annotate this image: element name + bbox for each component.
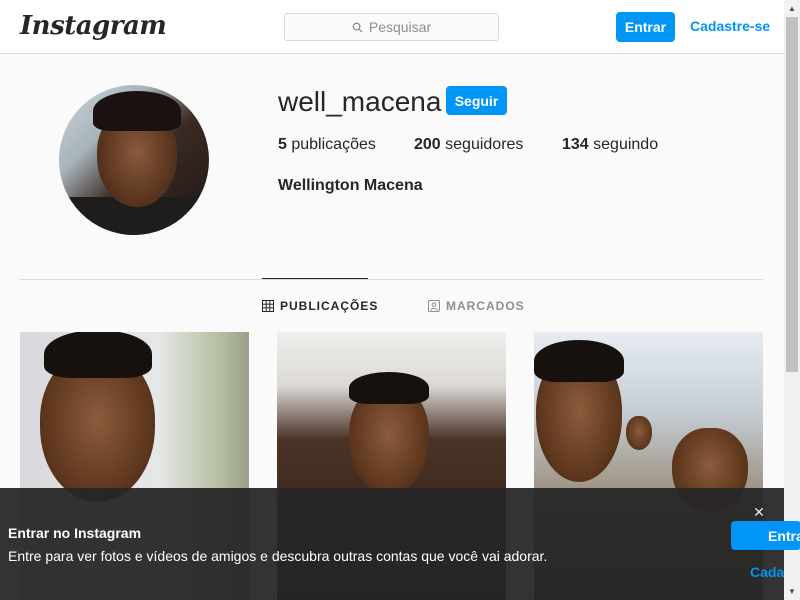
profile-avatar[interactable]: [59, 85, 209, 235]
tab-publicacoes-label: PUBLICAÇÕES: [280, 299, 379, 313]
posts-count: 5: [278, 136, 287, 153]
instagram-logo[interactable]: Instagram: [20, 11, 167, 41]
tab-marcados-label: MARCADOS: [446, 299, 525, 313]
tab-publicacoes[interactable]: PUBLICAÇÕES: [262, 299, 378, 313]
login-banner-text: Entre para ver fotos e vídeos de amigos …: [8, 548, 548, 564]
scroll-down-arrow-icon[interactable]: ▼: [784, 583, 800, 600]
banner-signup-link[interactable]: Cadastre-se: [750, 564, 784, 580]
followers-label: seguidores: [445, 136, 524, 153]
active-tab-indicator: [262, 278, 368, 279]
tabs-divider: [20, 279, 763, 280]
following-stat[interactable]: 134 seguindo: [562, 136, 658, 154]
follow-button[interactable]: Seguir: [446, 86, 507, 115]
scroll-up-arrow-icon[interactable]: ▲: [784, 0, 800, 17]
tab-marcados[interactable]: MARCADOS: [428, 299, 525, 313]
posts-count-stat: 5 publicações: [278, 136, 376, 154]
posts-label: publicações: [291, 136, 376, 153]
login-banner-title: Entrar no Instagram: [8, 525, 142, 541]
login-button[interactable]: Entrar: [616, 12, 675, 42]
banner-login-button[interactable]: Entrar: [731, 521, 800, 550]
search-input[interactable]: Pesquisar: [284, 13, 499, 41]
top-navigation-bar: Instagram Pesquisar Entrar Cadastre-se: [0, 0, 784, 54]
search-placeholder: Pesquisar: [368, 19, 432, 35]
followers-count: 200: [414, 136, 441, 153]
scrollbar-thumb[interactable]: [786, 17, 798, 372]
signup-link[interactable]: Cadastre-se: [690, 18, 770, 34]
profile-full-name: Wellington Macena: [278, 177, 423, 194]
following-count: 134: [562, 136, 589, 153]
tagged-icon: [428, 300, 440, 312]
search-icon: [352, 22, 363, 33]
grid-icon: [262, 300, 274, 312]
profile-username: well_macena: [278, 86, 442, 117]
following-label: seguindo: [593, 136, 659, 153]
login-banner: [0, 488, 784, 600]
close-icon[interactable]: ✕: [752, 504, 766, 521]
followers-stat[interactable]: 200 seguidores: [414, 136, 523, 154]
